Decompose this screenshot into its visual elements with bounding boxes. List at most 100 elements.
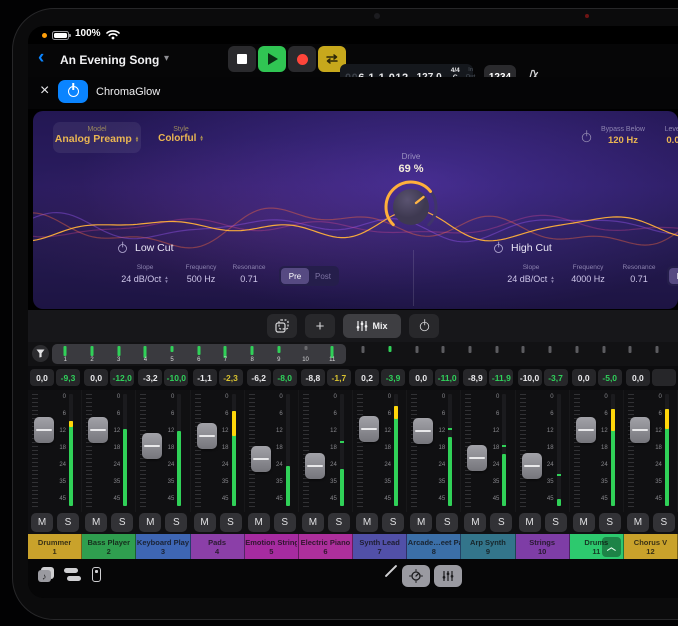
track-name-cell[interactable]: Strings10 — [516, 534, 570, 559]
fader-handle[interactable] — [305, 453, 325, 479]
fader-handle[interactable] — [576, 417, 596, 443]
record-button[interactable] — [288, 46, 316, 72]
fader-handle[interactable] — [88, 417, 108, 443]
loop-browser-button[interactable]: ♪ — [36, 566, 56, 589]
mute-button[interactable]: M — [464, 513, 486, 532]
fader-handle[interactable] — [34, 417, 54, 443]
low-cut-power-icon[interactable] — [118, 244, 127, 253]
solo-button[interactable]: S — [545, 513, 567, 532]
overview-track[interactable] — [564, 344, 591, 364]
pre-button[interactable]: Pre — [281, 268, 309, 284]
track-name-cell[interactable]: Arcade…eet Pad8 — [407, 534, 461, 559]
level-control[interactable]: Level 0.0 — [649, 126, 678, 146]
fader-handle[interactable] — [359, 416, 379, 442]
track-name-cell[interactable]: Drums11︿ — [570, 534, 624, 559]
overview-track[interactable] — [430, 344, 457, 364]
track-name-cell[interactable]: Pads4 — [191, 534, 245, 559]
mute-button[interactable]: M — [302, 513, 324, 532]
model-selector[interactable]: Model Analog Preamp▲▼ — [53, 122, 141, 153]
low-cut-frequency[interactable]: Frequency 500 Hz — [177, 264, 225, 284]
overview-track[interactable] — [537, 344, 564, 364]
track-name-cell[interactable]: Drummer1 — [28, 534, 82, 559]
solo-button[interactable]: S — [436, 513, 458, 532]
overview-track[interactable]: 3 — [105, 344, 132, 364]
fader-handle[interactable] — [630, 417, 650, 443]
solo-button[interactable]: S — [490, 513, 512, 532]
mute-button[interactable]: M — [248, 513, 270, 532]
high-cut-frequency[interactable]: Frequency 4000 Hz — [563, 264, 613, 284]
add-track-button[interactable]: + — [305, 314, 335, 338]
bypass-power-icon[interactable] — [582, 133, 591, 142]
track-name-cell[interactable]: Electric Piano6 — [299, 534, 353, 559]
low-cut-resonance[interactable]: Resonance 0.71 — [227, 264, 271, 284]
overview-track[interactable] — [350, 344, 377, 364]
song-title[interactable]: An Evening Song — [60, 53, 159, 67]
overview-track[interactable]: 6 — [185, 344, 212, 364]
duplicate-button[interactable] — [267, 314, 297, 338]
close-icon[interactable]: × — [40, 82, 49, 100]
pencil-icon[interactable] — [385, 565, 398, 578]
high-cut-resonance[interactable]: Resonance 0.71 — [617, 264, 661, 284]
song-title-chevron-icon[interactable]: ▾ — [164, 53, 169, 64]
solo-button[interactable]: S — [599, 513, 621, 532]
overview-track[interactable]: 5 — [159, 344, 186, 364]
fader-view-button[interactable] — [92, 566, 101, 582]
fader-handle[interactable] — [251, 446, 271, 472]
solo-button[interactable]: S — [274, 513, 296, 532]
overview-track[interactable]: 7 — [212, 344, 239, 364]
back-button[interactable]: ‹ — [38, 47, 44, 69]
overview-track[interactable] — [510, 344, 537, 364]
solo-button[interactable]: S — [220, 513, 242, 532]
collapse-chevron-button[interactable]: ︿ — [602, 537, 621, 557]
solo-button[interactable]: S — [165, 513, 187, 532]
mixer-power-button[interactable] — [409, 314, 439, 338]
fader-handle[interactable] — [522, 453, 542, 479]
track-name-cell[interactable]: Chorus V12 — [624, 534, 678, 559]
overview-track[interactable]: 9 — [266, 344, 293, 364]
overview-track[interactable] — [617, 344, 644, 364]
track-name-cell[interactable]: Synth Lead7 — [353, 534, 407, 559]
stop-button[interactable] — [228, 46, 256, 72]
overview-track[interactable] — [644, 344, 671, 364]
overview-track[interactable] — [590, 344, 617, 364]
fader-handle[interactable] — [142, 433, 162, 459]
high-cut-slope[interactable]: Slope 24 dB/Oct▲▼ — [507, 264, 555, 284]
fader-handle[interactable] — [197, 423, 217, 449]
solo-button[interactable]: S — [57, 513, 79, 532]
track-name-cell[interactable]: Keyboard Player3 — [136, 534, 190, 559]
overview-window[interactable]: 1234567891011 — [52, 344, 346, 364]
overview-track[interactable] — [377, 344, 404, 364]
overview-track[interactable] — [457, 344, 484, 364]
mute-button[interactable]: M — [519, 513, 541, 532]
mute-button[interactable]: M — [194, 513, 216, 532]
overview-track[interactable]: 11 — [319, 344, 346, 364]
style-selector[interactable]: Style Colorful▲▼ — [151, 126, 211, 144]
drive-knob[interactable] — [378, 174, 444, 240]
mute-button[interactable]: M — [139, 513, 161, 532]
fader-handle[interactable] — [467, 445, 487, 471]
filter-button[interactable] — [32, 345, 49, 362]
overview-track[interactable]: 10 — [292, 344, 319, 364]
controls-view-button[interactable] — [402, 565, 430, 587]
track-name-cell[interactable]: Emotion Strings5 — [245, 534, 299, 559]
overview-track[interactable] — [483, 344, 510, 364]
track-name-cell[interactable]: Arp Synth9 — [461, 534, 515, 559]
overview-offscreen-tracks[interactable] — [350, 344, 678, 364]
overview-track[interactable]: 1 — [52, 344, 79, 364]
mixer-view-button[interactable] — [434, 565, 462, 587]
mute-button[interactable]: M — [356, 513, 378, 532]
overview-track[interactable]: 2 — [79, 344, 106, 364]
pre-button[interactable]: Pre — [669, 268, 678, 284]
fader-handle[interactable] — [413, 418, 433, 444]
solo-button[interactable]: S — [382, 513, 404, 532]
overview-track[interactable]: 8 — [239, 344, 266, 364]
mute-button[interactable]: M — [573, 513, 595, 532]
mute-button[interactable]: M — [410, 513, 432, 532]
low-cut-slope[interactable]: Slope 24 dB/Oct▲▼ — [121, 264, 169, 284]
plugin-power-button[interactable] — [58, 80, 88, 103]
track-name-cell[interactable]: Bass Player2 — [82, 534, 136, 559]
mute-button[interactable]: M — [31, 513, 53, 532]
mute-button[interactable]: M — [85, 513, 107, 532]
high-cut-power-icon[interactable] — [494, 244, 503, 253]
overview-track[interactable] — [403, 344, 430, 364]
